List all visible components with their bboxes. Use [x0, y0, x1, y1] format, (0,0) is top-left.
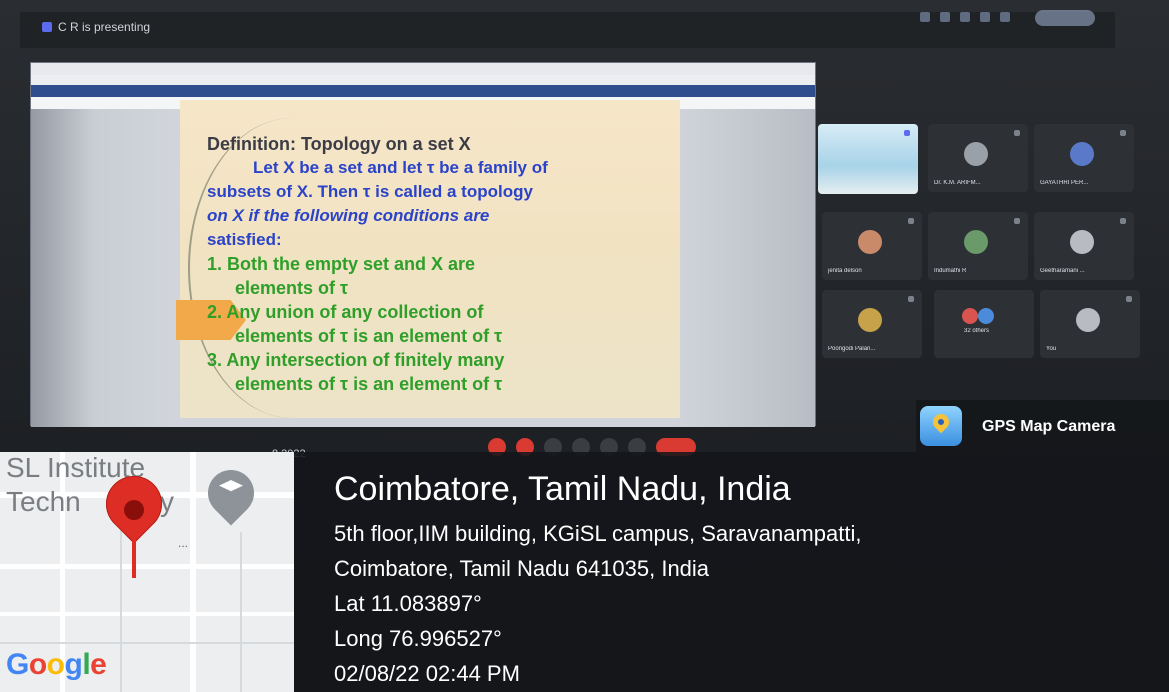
mic-off-icon: [1120, 218, 1126, 224]
participant-tile-others[interactable]: 32 others: [934, 290, 1034, 358]
capture-datetime: 02/08/22 02:44 PM: [334, 661, 520, 686]
participant-name: GAYATHRI PER...: [1040, 180, 1089, 186]
participant-name: jenita delson: [828, 268, 862, 274]
presenting-icon: [42, 22, 52, 32]
location-pin-dot: [124, 500, 144, 520]
pdf-menubar: [31, 75, 815, 85]
condition-3-line2: elements of τ is an element of τ: [235, 374, 503, 394]
avatar: [1076, 308, 1100, 332]
window-settings-icon[interactable]: [980, 12, 990, 22]
participant-tile[interactable]: jenita delson: [822, 212, 922, 280]
condition-1-line1: 1. Both the empty set and X are: [207, 254, 476, 274]
participant-name: 32 others: [964, 328, 990, 334]
slide-line: subsets of X. Then τ is called a topolog…: [207, 182, 533, 201]
account-pill[interactable]: [1035, 10, 1095, 26]
slide-line: satisfied:: [207, 230, 282, 249]
pdf-titlebar: [31, 63, 815, 75]
google-logo: Google: [6, 648, 107, 681]
longitude: Long 76.996527°: [334, 626, 502, 651]
address-line-2: Coimbatore, Tamil Nadu 641035, India: [334, 556, 710, 581]
avatar: [858, 230, 882, 254]
window-grid-icon[interactable]: [960, 12, 970, 22]
latitude: Lat 11.083897°: [334, 591, 482, 616]
gps-map-camera-icon: [920, 406, 962, 446]
mic-off-icon: [1014, 130, 1020, 136]
map-place-label: Techn: [6, 486, 81, 517]
pdf-tabbar: [31, 85, 815, 97]
condition-2-line1: 2. Any union of any collection of: [207, 302, 484, 322]
participant-tile-self[interactable]: You: [1040, 290, 1140, 358]
participant-name: Indumathi R: [934, 268, 967, 274]
mic-off-icon: [908, 296, 914, 302]
participant-tile[interactable]: Geetharamani ...: [1034, 212, 1134, 280]
slide-content: Definition: Topology on a set X Let X be…: [207, 132, 677, 396]
location-pin-stem: [132, 530, 136, 578]
participant-tile[interactable]: GAYATHRI PER...: [1034, 124, 1134, 192]
slide-line: Let X be a set and let τ be a family of: [253, 158, 548, 177]
participant-tile-presenter[interactable]: [818, 124, 918, 194]
avatar: [964, 142, 988, 166]
condition-3-line1: 3. Any intersection of finitely many: [207, 350, 505, 370]
participant-name: Poongodi Palan...: [828, 346, 876, 352]
mic-off-icon: [1120, 130, 1126, 136]
window-layout-icon[interactable]: [1000, 12, 1010, 22]
participant-tile[interactable]: Indumathi R: [928, 212, 1028, 280]
avatar: [978, 308, 994, 324]
mic-off-icon: [1126, 296, 1132, 302]
avatar: [964, 230, 988, 254]
location-city: Coimbatore, Tamil Nadu, India: [334, 470, 791, 508]
avatar: [1070, 230, 1094, 254]
speaking-icon: [904, 130, 910, 136]
condition-2-line2: elements of τ is an element of τ: [235, 326, 503, 346]
avatar: [858, 308, 882, 332]
participant-tile[interactable]: Dr. K.M. ARIFM...: [928, 124, 1028, 192]
map-ellipsis: ...: [178, 536, 189, 550]
window-minimize-icon[interactable]: [920, 12, 930, 22]
participant-name: Geetharamani ...: [1040, 268, 1085, 274]
participant-name: Dr. K.M. ARIFM...: [934, 180, 981, 186]
condition-1-line2: elements of τ: [235, 278, 349, 298]
avatar: [1070, 142, 1094, 166]
address-line-1: 5th floor,IIM building, KGiSL campus, Sa…: [334, 521, 862, 546]
slide-line: on X if the following conditions are: [207, 206, 490, 225]
participant-tile[interactable]: Poongodi Palan...: [822, 290, 922, 358]
avatar: [962, 308, 978, 324]
window-restore-icon[interactable]: [940, 12, 950, 22]
top-toolbar-icons: [920, 12, 1010, 22]
participant-name: You: [1046, 346, 1057, 352]
mic-off-icon: [1014, 218, 1020, 224]
mic-off-icon: [908, 218, 914, 224]
gps-app-name: GPS Map Camera: [982, 418, 1116, 435]
presenting-label: C R is presenting: [58, 20, 151, 34]
slide-title: Definition: Topology on a set X: [207, 134, 471, 154]
